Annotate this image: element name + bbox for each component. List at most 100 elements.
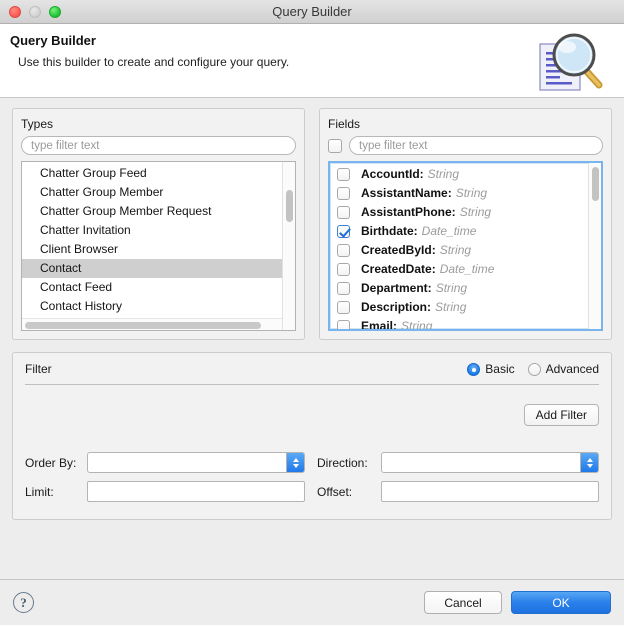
field-row[interactable]: CreatedById: String: [330, 241, 588, 260]
page-header: Query Builder Use this builder to create…: [0, 24, 624, 98]
field-name: Description:: [361, 300, 432, 314]
add-filter-row: Add Filter: [25, 404, 599, 426]
list-item[interactable]: Chatter Invitation: [22, 221, 282, 240]
field-checkbox[interactable]: [337, 244, 350, 257]
limit-row: Limit: Offset:: [25, 481, 599, 502]
field-name: AssistantPhone:: [361, 205, 456, 219]
chevron-down-icon: [586, 463, 593, 468]
field-checkbox[interactable]: [337, 187, 350, 200]
field-type: String: [439, 243, 472, 257]
direction-stepper-icon[interactable]: [580, 453, 598, 472]
list-item[interactable]: Client Browser: [22, 240, 282, 259]
types-label: Types: [21, 117, 54, 131]
fields-panel: Fields AccountId: String Assi: [319, 108, 612, 340]
list-item[interactable]: Chatter Group Member Request: [22, 202, 282, 221]
types-panel: Types Chatter Group Feed Chatter Group M…: [12, 108, 305, 340]
types-filter-row: [21, 136, 296, 155]
types-vscroll-thumb[interactable]: [286, 190, 293, 222]
field-name: Department:: [361, 281, 432, 295]
list-item[interactable]: Chatter Group Member: [22, 183, 282, 202]
cancel-button[interactable]: Cancel: [424, 591, 502, 614]
field-type: String: [459, 205, 492, 219]
field-type: String: [455, 186, 488, 200]
select-all-checkbox[interactable]: [328, 138, 342, 153]
field-checkbox-checked[interactable]: [337, 225, 350, 238]
chevron-up-icon: [292, 457, 299, 462]
types-filter-input[interactable]: [21, 136, 296, 155]
radio-advanced-indicator[interactable]: [527, 362, 541, 376]
field-row[interactable]: Email: String: [330, 317, 588, 329]
chevron-up-icon: [586, 457, 593, 462]
add-filter-button[interactable]: Add Filter: [523, 404, 599, 426]
field-name: CreatedById:: [361, 243, 436, 257]
direction-select[interactable]: [381, 452, 599, 473]
field-type: String: [401, 319, 433, 329]
field-name: AccountId:: [361, 167, 424, 181]
magnifier-document-icon: [536, 32, 612, 94]
list-item[interactable]: Chatter Group Feed: [22, 164, 282, 183]
field-checkbox[interactable]: [337, 320, 350, 329]
field-row[interactable]: AssistantName: String: [330, 184, 588, 203]
limit-input[interactable]: [87, 481, 305, 502]
field-checkbox[interactable]: [337, 282, 350, 295]
order-by-select[interactable]: [87, 452, 305, 473]
types-list-items: Chatter Group Feed Chatter Group Member …: [22, 162, 282, 318]
page-title: Query Builder: [10, 33, 96, 48]
chevron-down-icon: [292, 463, 299, 468]
zoom-button-icon[interactable]: [49, 5, 61, 18]
field-row[interactable]: Department: String: [330, 279, 588, 298]
limit-label: Limit:: [25, 484, 54, 499]
field-name: Email:: [361, 319, 398, 329]
radio-basic-indicator[interactable]: [467, 362, 481, 376]
field-row[interactable]: AccountId: String: [330, 165, 588, 184]
filter-mode-radios: Basic Advanced: [467, 362, 599, 376]
types-vertical-scrollbar[interactable]: [282, 162, 295, 330]
close-button-icon[interactable]: [9, 5, 21, 18]
types-hscroll-thumb[interactable]: [25, 322, 261, 329]
fields-vertical-scrollbar[interactable]: [588, 163, 601, 329]
field-type: String: [427, 167, 460, 181]
field-name: AssistantName:: [361, 186, 452, 200]
field-checkbox[interactable]: [337, 168, 350, 181]
field-checkbox[interactable]: [337, 206, 350, 219]
list-item[interactable]: Contact History: [22, 297, 282, 316]
query-options-form: Order By: Direction: Limit: Offset:: [25, 452, 599, 502]
window-title: Query Builder: [272, 4, 352, 19]
field-row[interactable]: Description: String: [330, 298, 588, 317]
filter-separator: [25, 384, 599, 385]
fields-filter-input[interactable]: [349, 136, 603, 155]
fields-label: Fields: [328, 117, 361, 131]
window-controls: [0, 5, 61, 18]
ok-button[interactable]: OK: [511, 591, 611, 614]
list-item[interactable]: Contact Feed: [22, 278, 282, 297]
field-name: Birthdate:: [361, 224, 418, 238]
dialog-body: Types Chatter Group Feed Chatter Group M…: [0, 98, 624, 579]
field-type: String: [435, 281, 468, 295]
fields-vscroll-thumb[interactable]: [592, 167, 599, 201]
field-checkbox[interactable]: [337, 263, 350, 276]
list-item-selected[interactable]: Contact: [22, 259, 282, 278]
types-list[interactable]: Chatter Group Feed Chatter Group Member …: [21, 161, 296, 331]
filter-section: Filter Basic Advanced Add Filter Order B…: [12, 352, 612, 520]
page-subtitle: Use this builder to create and configure…: [18, 55, 290, 69]
minimize-button-icon[interactable]: [29, 5, 41, 18]
field-name: CreatedDate:: [361, 262, 436, 276]
offset-label: Offset:: [317, 484, 353, 499]
types-horizontal-scrollbar[interactable]: [22, 318, 282, 330]
field-row-checked[interactable]: Birthdate: Date_time: [330, 222, 588, 241]
order-by-stepper-icon[interactable]: [286, 453, 304, 472]
help-icon[interactable]: ?: [13, 592, 34, 613]
field-type: String: [435, 300, 467, 314]
radio-advanced[interactable]: Advanced: [527, 362, 599, 376]
title-bar: Query Builder: [0, 0, 624, 24]
field-row[interactable]: CreatedDate: Date_time: [330, 260, 588, 279]
offset-input[interactable]: [381, 481, 599, 502]
field-row[interactable]: AssistantPhone: String: [330, 203, 588, 222]
fields-filter-row: [328, 136, 603, 155]
fields-list[interactable]: AccountId: String AssistantName: String …: [328, 161, 603, 331]
filter-title: Filter: [25, 362, 52, 376]
radio-basic[interactable]: Basic: [467, 362, 515, 376]
filter-header: Filter Basic Advanced: [25, 362, 599, 376]
field-type: Date_time: [439, 262, 495, 276]
field-checkbox[interactable]: [337, 301, 350, 314]
